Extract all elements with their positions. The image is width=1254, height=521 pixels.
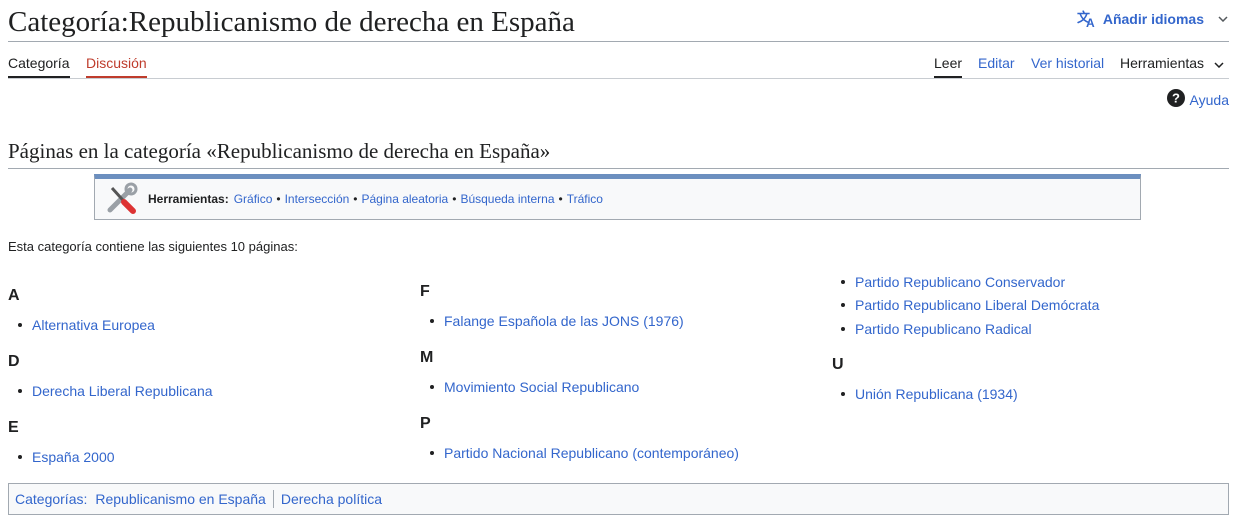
category-separator [272,490,274,508]
category-link-derecha[interactable]: Derecha política [281,491,382,507]
list-bullet [841,280,845,284]
add-languages-label: Añadir idiomas [1102,11,1204,27]
tools-icon [104,182,138,216]
page-link[interactable]: Movimiento Social Republicano [444,378,639,396]
list-item[interactable]: Derecha Liberal Republicana [18,382,213,400]
letter-heading-f: F [420,283,430,300]
bullet-separator: • [353,192,358,206]
svg-text:?: ? [1172,91,1180,106]
list-bullet [430,385,434,389]
bullet-separator: • [452,192,457,206]
list-bullet [430,319,434,323]
tool-link-internal-search[interactable]: Búsqueda interna [460,192,554,206]
page-link[interactable]: Partido Republicano Radical [855,320,1032,338]
page-link[interactable]: Derecha Liberal Republicana [32,382,213,400]
help-label: Ayuda [1189,91,1229,108]
list-item[interactable]: Alternativa Europea [18,316,155,334]
tab-edit[interactable]: Editar [978,54,1015,72]
list-bullet [841,303,845,307]
list-item[interactable]: Partido Nacional Republicano (contemporá… [430,444,739,462]
svg-text:A: A [1086,16,1095,28]
letter-heading-u: U [832,356,844,373]
list-item[interactable]: Partido Republicano Liberal Demócrata [841,296,1099,314]
tool-link-intersection[interactable]: Intersección [285,192,350,206]
page-link[interactable]: Falange Española de las JONS (1976) [444,312,684,330]
page-link[interactable]: Partido Republicano Liberal Demócrata [855,296,1099,314]
letter-heading-a: A [8,287,20,304]
list-bullet [841,392,845,396]
section-divider [8,168,1229,169]
list-bullet [841,327,845,331]
letter-heading-e: E [8,419,19,436]
chevron-down-icon [1214,54,1224,72]
page-link[interactable]: Unión Republicana (1934) [855,385,1018,403]
title-divider [8,41,1229,42]
letter-heading-d: D [8,353,20,370]
tab-category[interactable]: Categoría [8,54,69,72]
list-bullet [18,389,22,393]
page-link[interactable]: España 2000 [32,448,115,466]
category-links-box: Categorías: Republicanismo en España Der… [8,483,1229,515]
list-item[interactable]: España 2000 [18,448,115,466]
list-bullet [430,451,434,455]
page-link[interactable]: Partido Nacional Republicano (contemporá… [444,444,739,462]
letter-heading-m: M [420,349,434,366]
categories-link[interactable]: Categorías: [15,491,87,507]
page-link[interactable]: Alternativa Europea [32,316,155,334]
category-intro: Esta categoría contiene las siguientes 1… [8,239,298,254]
list-bullet [18,323,22,327]
help-icon: ? [1166,89,1185,110]
tools-box: Herramientas: Gráfico • Intersección • P… [94,174,1141,220]
letter-heading-p: P [420,415,431,432]
chevron-down-icon [1218,16,1228,22]
tools-box-label: Herramientas: [148,192,229,206]
list-item[interactable]: Partido Republicano Radical [841,320,1032,338]
list-item[interactable]: Unión Republicana (1934) [841,385,1018,403]
list-item[interactable]: Movimiento Social Republicano [430,378,639,396]
tool-link-traffic[interactable]: Tráfico [567,192,603,206]
tabs-divider [8,78,1229,79]
add-languages-button[interactable]: 文 A Añadir idiomas [1077,10,1228,28]
translate-icon: 文 A [1077,10,1097,28]
tab-history[interactable]: Ver historial [1031,54,1104,72]
tools-dropdown[interactable]: Herramientas [1120,54,1224,72]
tools-label: Herramientas [1120,55,1205,71]
tab-read[interactable]: Leer [934,54,962,72]
list-bullet [18,455,22,459]
page-title: Categoría:Republicanismo de derecha en E… [8,6,575,38]
bullet-separator: • [276,192,281,206]
tab-discussion[interactable]: Discusión [86,54,147,72]
tool-link-random-page[interactable]: Página aleatoria [362,192,449,206]
bullet-separator: • [558,192,563,206]
help-link[interactable]: ? Ayuda [1166,89,1229,110]
list-item[interactable]: Partido Republicano Conservador [841,273,1065,291]
page-link[interactable]: Partido Republicano Conservador [855,273,1065,291]
category-link-republicanismo[interactable]: Republicanismo en España [95,491,265,507]
list-item[interactable]: Falange Española de las JONS (1976) [430,312,684,330]
tool-link-graph[interactable]: Gráfico [234,192,273,206]
section-heading: Páginas en la categoría «Republicanismo … [8,139,551,163]
